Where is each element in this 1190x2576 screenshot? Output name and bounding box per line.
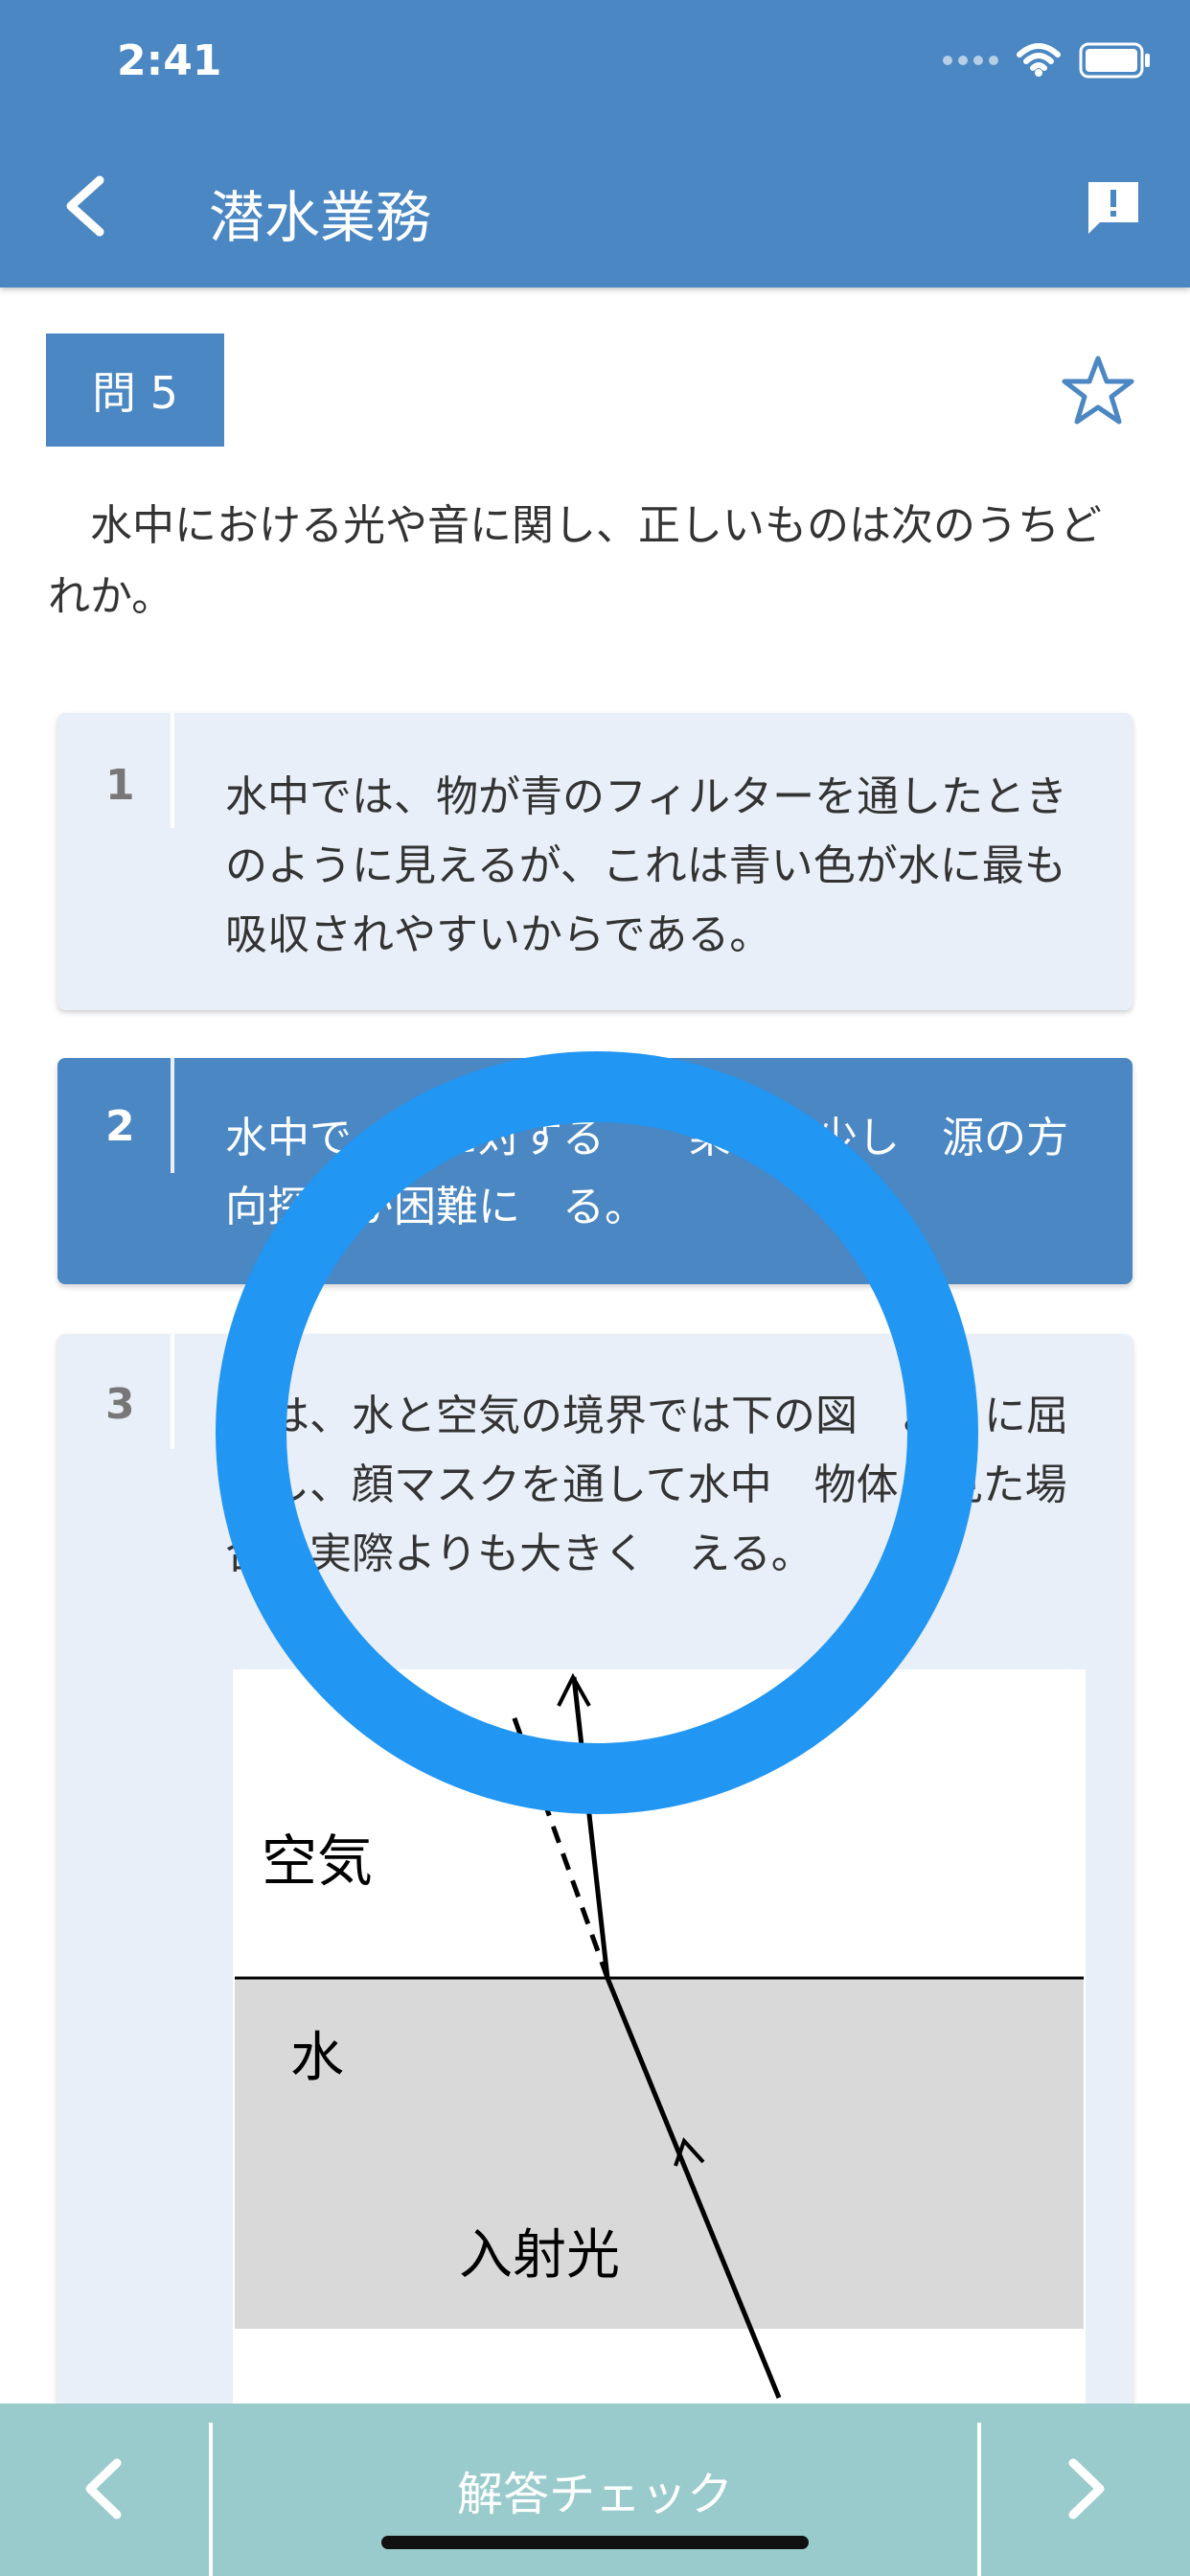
incident-light-label: 入射光 [459,2224,620,2287]
home-indicator [381,2536,809,2549]
air-label: 空気 [262,1828,373,1894]
signal-icon [943,56,998,65]
status-time: 2:41 [117,36,222,85]
next-button[interactable] [981,2404,1190,2576]
choice-number: 1 [105,761,135,810]
question-text: 水中における光や音に関し、正しいものは次のうちどれか。 [48,501,1102,621]
choice-1[interactable]: 1 水中では、物が青のフィルターを通したときのように見えるが、これは青い色が水に… [57,713,1133,1010]
bottom-bar: 解答チェック [0,2404,1190,2576]
choice-divider [171,713,174,828]
choice-divider [171,1334,174,1449]
chevron-left-icon [85,2458,122,2519]
choice-divider [171,1058,174,1173]
top-bar: 2:41 潜水業務 [0,0,1190,288]
touch-indicator-ring [216,1051,978,1814]
wifi-icon [1017,43,1061,77]
star-icon[interactable] [1060,353,1136,429]
choice-text: 水中では、物が青のフィルターを通したときのように見えるが、これは青い色が水に最も… [225,772,1068,959]
page-title: 潜水業務 [209,185,432,250]
choice-number: 3 [105,1380,135,1429]
answer-check-button[interactable]: 解答チェック [213,2404,977,2576]
previous-button[interactable] [0,2404,209,2576]
status-icons [943,42,1152,79]
report-icon[interactable] [1083,176,1144,238]
back-arrow-icon[interactable] [57,172,115,240]
choice-number: 2 [105,1102,135,1151]
battery-icon [1079,42,1150,79]
chevron-right-icon [1068,2458,1105,2519]
water-label: 水 [290,2027,344,2089]
question-number-badge: 問 5 [46,334,224,447]
